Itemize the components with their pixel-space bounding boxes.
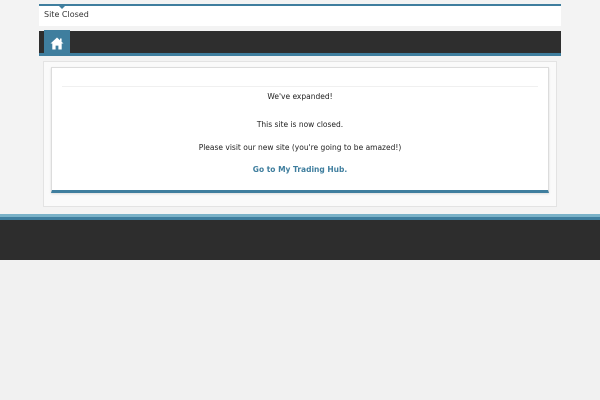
site-title: Site Closed bbox=[44, 10, 89, 19]
footer-body bbox=[0, 220, 600, 260]
lower-background bbox=[0, 260, 600, 400]
nav-bar bbox=[39, 30, 561, 56]
home-button[interactable] bbox=[44, 30, 70, 56]
footer bbox=[0, 214, 600, 260]
visit-message: Please visit our new site (you're going … bbox=[198, 143, 402, 152]
title-notch bbox=[59, 6, 65, 9]
site-header: Site Closed bbox=[39, 4, 561, 56]
closed-notice-panel: We've expanded! This site is now closed.… bbox=[51, 67, 549, 193]
content-wrapper: We've expanded! This site is now closed.… bbox=[43, 61, 557, 207]
title-bar: Site Closed bbox=[39, 4, 561, 26]
closed-message: This site is now closed. bbox=[256, 120, 344, 129]
expanded-message: We've expanded! bbox=[267, 92, 333, 101]
home-icon bbox=[50, 37, 64, 50]
divider bbox=[62, 86, 538, 87]
trading-hub-link[interactable]: Go to My Trading Hub. bbox=[52, 165, 548, 174]
